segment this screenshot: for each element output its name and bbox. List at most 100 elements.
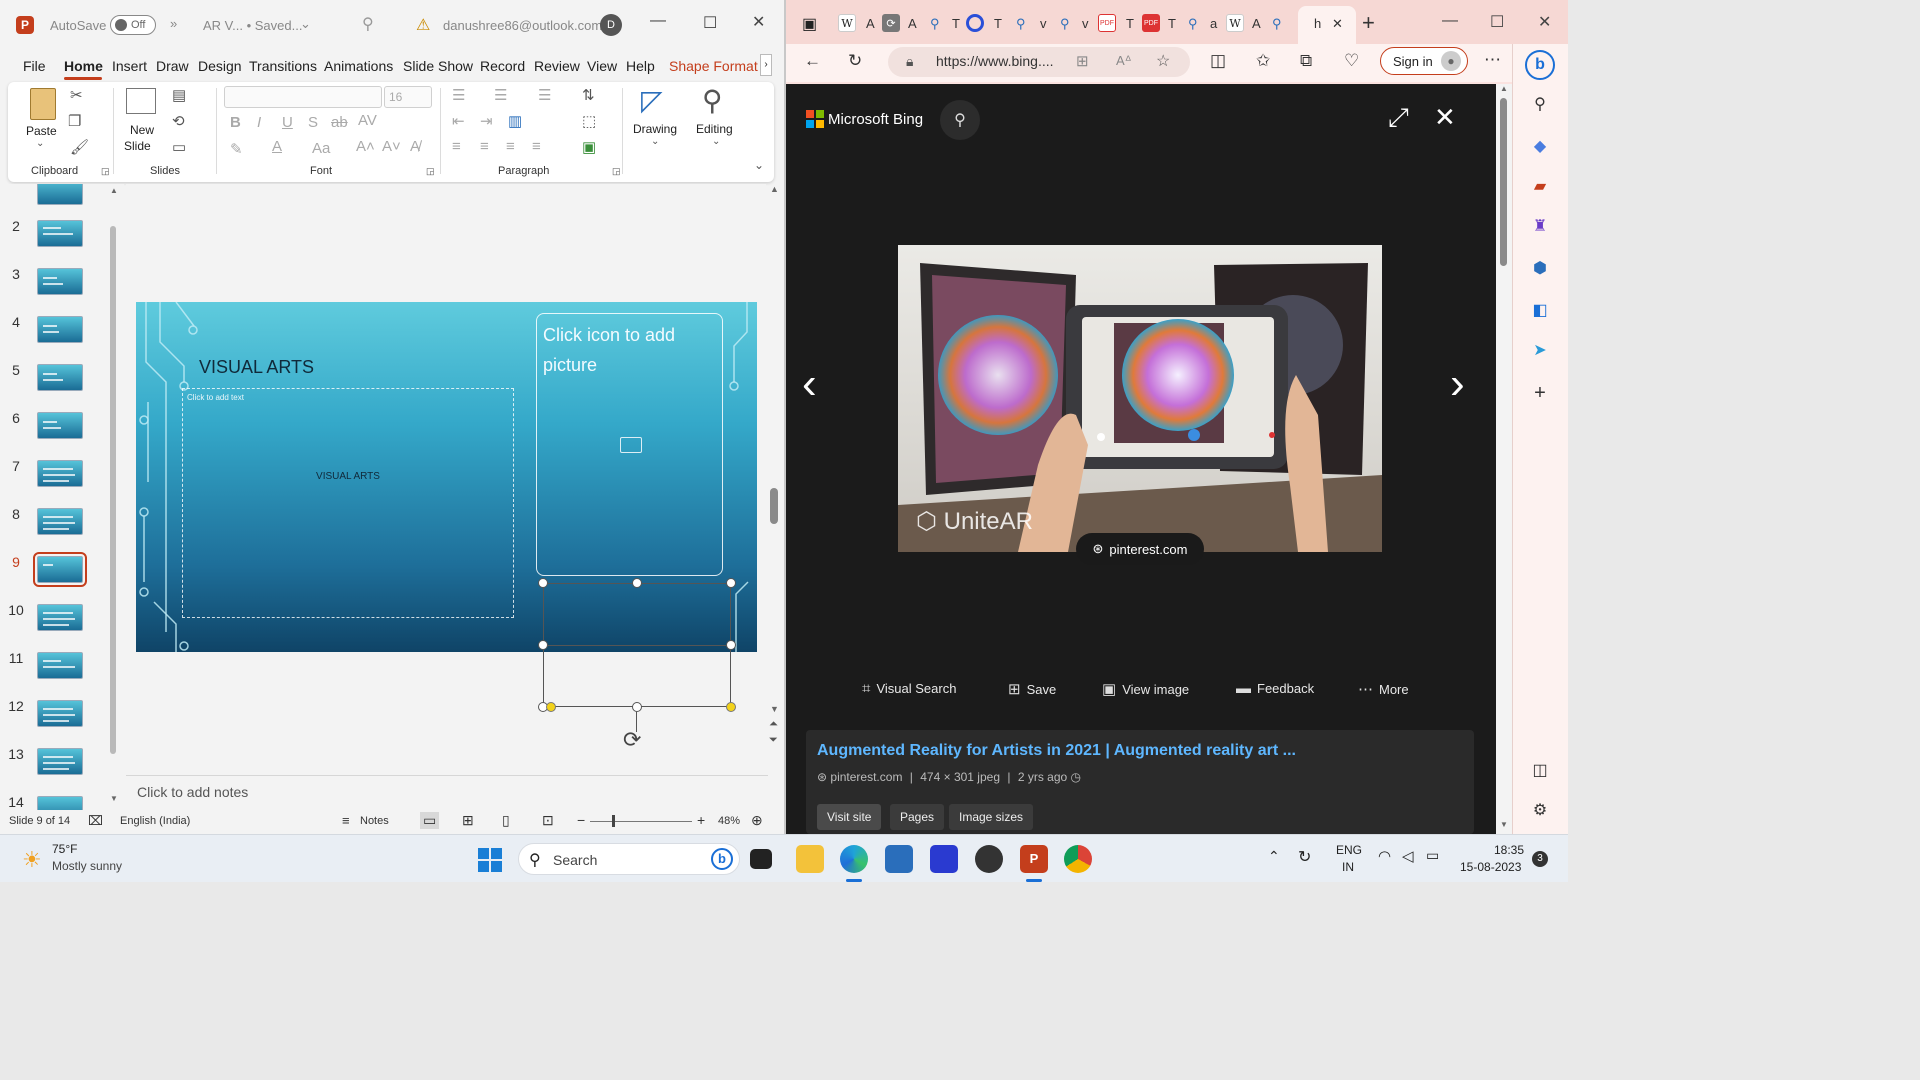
shrink-font-icon[interactable]: A˅	[382, 138, 401, 155]
thumbnail-scrollbar[interactable]: ▲ ▼	[108, 186, 118, 806]
zoom-in-icon[interactable]: +	[697, 812, 705, 828]
tab-slide-show[interactable]: Slide Show	[403, 58, 473, 74]
tab-draw[interactable]: Draw	[156, 58, 189, 74]
more-button[interactable]: ⋯ More	[1358, 680, 1409, 698]
tab-review[interactable]: Review	[534, 58, 580, 74]
more-options-icon[interactable]: ⋯	[1484, 50, 1501, 70]
slide-thumbnail-row[interactable]: 7	[0, 458, 124, 506]
start-windows-icon[interactable]	[478, 848, 502, 872]
slide-thumbnail-row[interactable]: 12	[0, 698, 124, 746]
clock-date[interactable]: 15-08-2023	[1460, 860, 1521, 874]
tab-title[interactable]: T	[994, 16, 1002, 31]
search-icon[interactable]: ⚲	[1272, 16, 1282, 32]
chevron-down-icon[interactable]: ⌄	[712, 136, 720, 147]
slide-thumbnail-row[interactable]: 8	[0, 506, 124, 554]
tab-title[interactable]: T	[1168, 16, 1176, 31]
next-image-icon[interactable]: ›	[1450, 359, 1465, 409]
search-icon[interactable]: ⚲	[1527, 94, 1553, 116]
feedback-button[interactable]: ▬ Feedback	[1236, 680, 1314, 697]
slide-sorter-icon[interactable]: ⊞	[462, 812, 474, 829]
content-placeholder[interactable]: Click to add text VISUAL ARTS	[182, 388, 514, 618]
layout-icon[interactable]: ▤	[172, 86, 186, 104]
page-scrollbar[interactable]: ▲ ▼	[1496, 84, 1512, 834]
tab-help[interactable]: Help	[626, 58, 655, 74]
align-left-icon[interactable]: ≡	[452, 138, 461, 155]
tab-file[interactable]: File	[23, 58, 46, 74]
collections-icon[interactable]: ⧉	[1300, 51, 1312, 71]
result-site[interactable]: pinterest.com	[830, 770, 902, 784]
search-icon[interactable]: ⚲	[940, 100, 980, 140]
tab-record[interactable]: Record	[480, 58, 525, 74]
tab-title[interactable]: v	[1040, 16, 1047, 31]
media-app-icon[interactable]	[975, 845, 1003, 873]
char-spacing-icon[interactable]: AV	[358, 112, 377, 129]
tab-shape-format[interactable]: Shape Format	[669, 58, 758, 74]
slide-thumbnail-row[interactable]: 11	[0, 650, 124, 698]
task-view-icon[interactable]	[750, 849, 772, 869]
minimize-icon[interactable]: —	[650, 12, 666, 30]
previous-image-icon[interactable]: ‹	[802, 359, 817, 409]
drop-icon[interactable]: ➤	[1527, 340, 1553, 362]
dialog-launcher-icon[interactable]: ◲	[101, 166, 110, 177]
search-icon[interactable]: ⚲	[702, 84, 723, 117]
rotate-handle-icon[interactable]: ⟳	[623, 727, 641, 753]
resize-handle[interactable]	[538, 578, 548, 588]
tab-title[interactable]: A	[866, 16, 875, 31]
shadow-icon[interactable]: S	[308, 114, 318, 131]
chevron-down-icon[interactable]: ⌄	[36, 138, 44, 149]
slide-thumbnail-row[interactable]: 14	[0, 794, 124, 810]
slide-thumbnail[interactable]	[37, 652, 83, 679]
slide-thumbnail-row-selected[interactable]: 9	[0, 552, 124, 602]
outlook-icon[interactable]: ◧	[1527, 300, 1553, 322]
insert-picture-icon[interactable]	[620, 437, 642, 453]
games-icon[interactable]: ♜	[1527, 216, 1553, 238]
slide-thumbnail-row[interactable]: 2	[0, 218, 124, 266]
align-text-icon[interactable]: ⬚	[582, 112, 596, 130]
font-size-combo[interactable]: 16	[384, 86, 432, 108]
chevron-down-icon[interactable]: ⌄	[300, 16, 311, 32]
lock-icon[interactable]: 🔒︎	[906, 53, 913, 70]
search-icon[interactable]: ⚲	[1188, 16, 1198, 32]
slide-thumbnail[interactable]	[37, 508, 83, 535]
resize-handle[interactable]	[726, 640, 736, 650]
weather-sun-icon[interactable]: ☀	[22, 847, 42, 873]
text-direction-icon[interactable]: ⇅	[582, 86, 595, 104]
slide-thumbnail[interactable]	[37, 220, 83, 247]
slide-thumbnail[interactable]	[37, 412, 83, 439]
close-icon[interactable]: ✕	[1538, 12, 1551, 32]
slide-thumbnail-selected[interactable]	[33, 552, 87, 587]
reading-view-icon[interactable]: ▯	[502, 812, 510, 829]
tab-site-icon[interactable]	[966, 14, 984, 32]
drawing-icon[interactable]: ◸	[641, 84, 663, 117]
tab-site-icon[interactable]: ⟳	[882, 14, 900, 32]
resize-handle[interactable]	[726, 578, 736, 588]
slide-thumbnail-row[interactable]: 3	[0, 266, 124, 314]
resize-handle[interactable]	[632, 702, 642, 712]
bing-brand[interactable]: Microsoft Bing	[828, 111, 923, 128]
tray-overflow-icon[interactable]: ⌃	[1268, 848, 1280, 865]
paste-icon[interactable]	[30, 88, 56, 120]
tab-title[interactable]: A	[908, 16, 917, 31]
back-icon[interactable]: ←	[804, 51, 821, 71]
numbering-icon[interactable]: ☰	[494, 86, 507, 104]
powerpoint-taskbar-icon[interactable]: P	[1020, 845, 1048, 873]
normal-view-icon[interactable]: ▭	[420, 812, 440, 829]
slide-thumbnail[interactable]	[37, 796, 83, 810]
change-case-icon[interactable]: Aa	[312, 140, 330, 157]
highlight-icon[interactable]: ✎	[230, 140, 243, 158]
increase-indent-icon[interactable]: ⇥	[480, 112, 493, 130]
new-slide-icon[interactable]	[126, 88, 156, 114]
autosave-toggle[interactable]: Off	[110, 15, 156, 35]
slide-thumbnail[interactable]	[37, 268, 83, 295]
favorite-star-icon[interactable]: ☆	[1156, 51, 1170, 71]
language-eng[interactable]: ENG	[1336, 843, 1362, 857]
notes-icon[interactable]: ≡	[342, 813, 350, 828]
settings-gear-icon[interactable]: ⚙	[1527, 800, 1553, 822]
save-button[interactable]: ⊞ Save	[1008, 680, 1056, 698]
notification-badge[interactable]: 3	[1532, 851, 1548, 867]
notes-pane[interactable]: Click to add notes	[126, 775, 768, 810]
tab-title-active[interactable]: h	[1314, 16, 1321, 31]
underline-icon[interactable]: U	[282, 114, 293, 131]
resize-handle[interactable]	[538, 640, 548, 650]
sign-in-button[interactable]: Sign in ●	[1380, 47, 1468, 75]
